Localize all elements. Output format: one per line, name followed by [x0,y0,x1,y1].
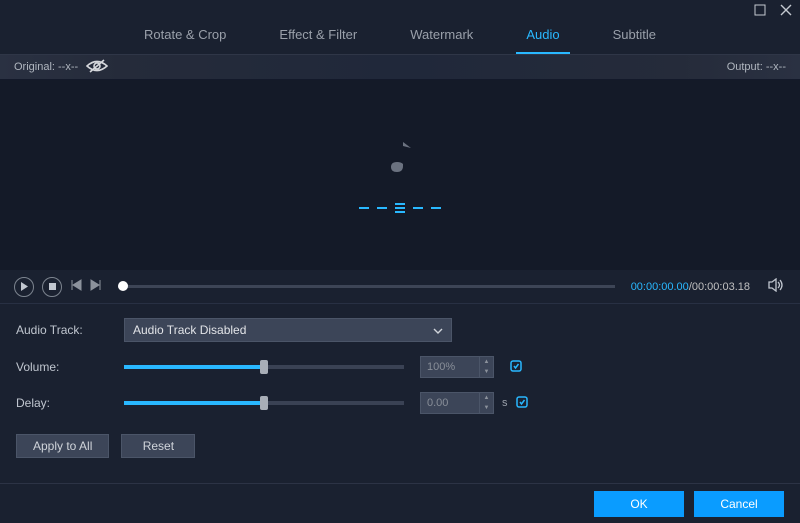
play-button[interactable] [14,277,34,297]
volume-input[interactable]: 100% ▲ ▼ [420,356,494,378]
seek-slider[interactable] [118,285,615,288]
volume-icon[interactable] [768,278,784,295]
stop-button[interactable] [42,277,62,297]
next-button[interactable] [90,279,102,294]
delay-reset-icon[interactable] [514,394,530,413]
music-note-icon [385,138,415,181]
tab-rotate-crop[interactable]: Rotate & Crop [140,21,230,48]
original-dimensions-label: Original: --x-- [14,61,78,73]
audio-track-label: Audio Track: [16,323,124,337]
apply-to-all-button[interactable]: Apply to All [16,434,109,458]
minimize-icon[interactable] [754,4,766,16]
ok-button[interactable]: OK [594,491,684,517]
close-icon[interactable] [780,4,792,16]
delay-step-down[interactable]: ▼ [480,403,493,413]
delay-label: Delay: [16,396,124,410]
delay-slider[interactable] [124,401,404,405]
volume-label: Volume: [16,360,124,374]
delay-input[interactable]: 0.00 ▲ ▼ [420,392,494,414]
tab-audio[interactable]: Audio [522,21,563,48]
tab-effect-filter[interactable]: Effect & Filter [275,21,361,48]
volume-reset-icon[interactable] [508,358,524,377]
time-display: 00:00:00.00/00:00:03.18 [631,281,750,293]
volume-step-up[interactable]: ▲ [480,357,493,367]
output-dimensions-label: Output: --x-- [727,61,786,73]
delay-step-up[interactable]: ▲ [480,393,493,403]
cancel-button[interactable]: Cancel [694,491,784,517]
volume-step-down[interactable]: ▼ [480,367,493,377]
preview-toggle-icon[interactable] [86,59,108,76]
preview-area [0,80,800,270]
tab-watermark[interactable]: Watermark [406,21,477,48]
delay-unit: s [502,397,508,409]
audio-track-select[interactable]: Audio Track Disabled [124,318,452,342]
equalizer-icon [359,203,441,213]
tab-subtitle[interactable]: Subtitle [609,21,660,48]
previous-button[interactable] [70,279,82,294]
reset-button[interactable]: Reset [121,434,195,458]
chevron-down-icon [433,323,443,337]
volume-slider[interactable] [124,365,404,369]
